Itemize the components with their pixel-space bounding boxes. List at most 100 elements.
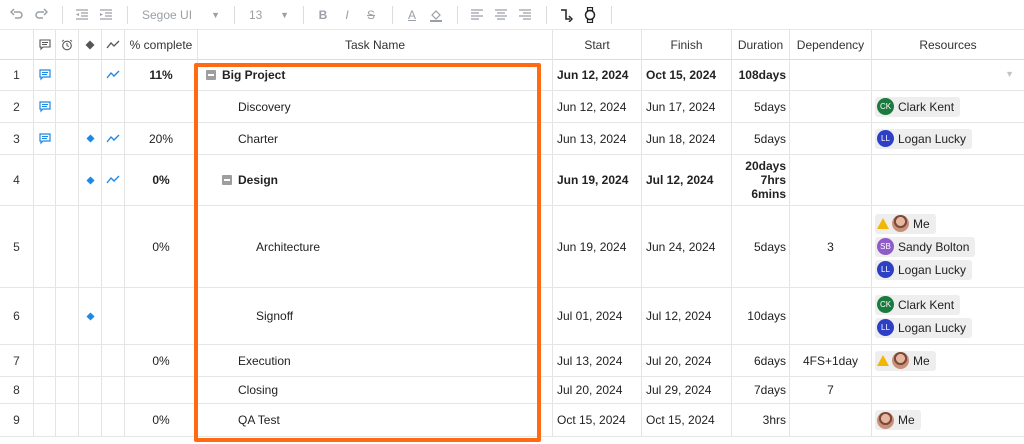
reminder-cell[interactable] (56, 206, 79, 287)
resources-cell[interactable]: Me SB Sandy Bolton LL Logan Lucky (872, 206, 1024, 287)
column-header-percent-complete[interactable]: % complete (125, 30, 198, 60)
task-name-cell[interactable]: Signoff (198, 288, 553, 344)
task-name-cell[interactable]: Charter (198, 123, 553, 154)
milestone-cell[interactable] (79, 60, 102, 90)
reminder-cell[interactable] (56, 404, 79, 436)
resources-cell[interactable] (872, 377, 1024, 403)
finish-date-cell[interactable]: Jun 17, 2024 (642, 91, 732, 122)
resource-chip[interactable]: Me (875, 350, 936, 371)
milestone-cell[interactable] (79, 123, 102, 154)
resource-chip[interactable]: LL Logan Lucky (875, 259, 973, 280)
reminder-cell[interactable] (56, 123, 79, 154)
reminder-cell[interactable] (56, 288, 79, 344)
finish-date-cell[interactable]: Jun 24, 2024 (642, 206, 732, 287)
resources-cell[interactable]: ▼ (872, 60, 1024, 90)
milestone-cell[interactable] (79, 377, 102, 403)
finish-date-cell[interactable]: Jul 12, 2024 (642, 288, 732, 344)
italic-button[interactable]: I (336, 4, 358, 26)
column-header-finish[interactable]: Finish (642, 30, 732, 60)
column-header-duration[interactable]: Duration (732, 30, 790, 60)
resource-chip[interactable]: CK Clark Kent (875, 294, 961, 315)
resources-cell[interactable] (872, 155, 1024, 205)
resources-cell[interactable]: LL Logan Lucky (872, 123, 1024, 154)
indent-icon[interactable] (95, 4, 117, 26)
dependency-cell[interactable]: 4FS+1day (790, 345, 872, 376)
resource-chip[interactable]: SB Sandy Bolton (875, 236, 976, 257)
start-date-cell[interactable]: Jun 13, 2024 (553, 123, 642, 154)
duration-cell[interactable]: 5days (732, 91, 790, 122)
finish-date-cell[interactable]: Jul 29, 2024 (642, 377, 732, 403)
task-name-cell[interactable]: Architecture (198, 206, 553, 287)
task-name-cell[interactable]: QA Test (198, 404, 553, 436)
comment-cell[interactable] (34, 60, 56, 90)
reminder-cell[interactable] (56, 155, 79, 205)
task-name-cell[interactable]: Closing (198, 377, 553, 403)
resource-chip[interactable]: LL Logan Lucky (875, 128, 973, 149)
percent-complete-cell[interactable]: 20% (125, 123, 198, 154)
duration-cell[interactable]: 108days (732, 60, 790, 90)
percent-complete-cell[interactable]: 0% (125, 404, 198, 436)
collapse-icon[interactable] (206, 70, 216, 80)
collapse-icon[interactable] (222, 175, 232, 185)
percent-complete-cell[interactable] (125, 91, 198, 122)
milestone-cell[interactable] (79, 91, 102, 122)
start-date-cell[interactable]: Jun 19, 2024 (553, 206, 642, 287)
undo-icon[interactable] (6, 4, 28, 26)
dependency-cell[interactable] (790, 155, 872, 205)
fill-color-button[interactable] (425, 4, 447, 26)
align-right-button[interactable] (514, 4, 536, 26)
start-date-cell[interactable]: Jun 12, 2024 (553, 60, 642, 90)
resources-cell[interactable]: CK Clark Kent (872, 91, 1024, 122)
resources-cell[interactable]: Me (872, 404, 1024, 436)
bold-button[interactable]: B (312, 4, 334, 26)
column-header-task-name[interactable]: Task Name (198, 30, 553, 60)
trend-cell[interactable] (102, 91, 125, 122)
milestone-cell[interactable] (79, 404, 102, 436)
resource-chip[interactable]: Me (875, 213, 936, 234)
trend-cell[interactable] (102, 377, 125, 403)
resources-cell[interactable]: CK Clark Kent LL Logan Lucky (872, 288, 1024, 344)
percent-complete-cell[interactable]: 11% (125, 60, 198, 90)
column-header-resources[interactable]: Resources (872, 30, 1024, 60)
milestone-cell[interactable] (79, 206, 102, 287)
comment-cell[interactable] (34, 288, 56, 344)
start-date-cell[interactable]: Jun 19, 2024 (553, 155, 642, 205)
chevron-down-icon[interactable]: ▼ (1005, 69, 1014, 79)
start-date-cell[interactable]: Jul 01, 2024 (553, 288, 642, 344)
dependency-cell[interactable]: 7 (790, 377, 872, 403)
start-date-cell[interactable]: Jul 13, 2024 (553, 345, 642, 376)
resources-cell[interactable]: Me (872, 345, 1024, 376)
finish-date-cell[interactable]: Oct 15, 2024 (642, 404, 732, 436)
reminder-cell[interactable] (56, 377, 79, 403)
task-name-cell[interactable]: Execution (198, 345, 553, 376)
column-header-dependency[interactable]: Dependency (790, 30, 872, 60)
dependency-arrow-button[interactable] (555, 4, 577, 26)
align-left-button[interactable] (466, 4, 488, 26)
duration-cell[interactable]: 20days 7hrs 6mins (732, 155, 790, 205)
resource-chip[interactable]: Me (875, 410, 921, 430)
duration-cell[interactable]: 5days (732, 206, 790, 287)
text-color-button[interactable]: A (401, 4, 423, 26)
strikethrough-button[interactable]: S (360, 4, 382, 26)
dependency-cell[interactable] (790, 60, 872, 90)
resource-chip[interactable]: LL Logan Lucky (875, 317, 973, 338)
task-name-cell[interactable]: Big Project (198, 60, 553, 90)
font-size-select[interactable]: 13 ▼ (243, 4, 295, 26)
comment-cell[interactable] (34, 91, 56, 122)
percent-complete-cell[interactable]: 0% (125, 206, 198, 287)
dependency-cell[interactable] (790, 288, 872, 344)
dependency-cell[interactable] (790, 123, 872, 154)
duration-cell[interactable]: 7days (732, 377, 790, 403)
duration-cell[interactable]: 5days (732, 123, 790, 154)
reminder-cell[interactable] (56, 345, 79, 376)
trend-cell[interactable] (102, 155, 125, 205)
duration-cell[interactable]: 6days (732, 345, 790, 376)
finish-date-cell[interactable]: Jul 20, 2024 (642, 345, 732, 376)
comment-cell[interactable] (34, 404, 56, 436)
comment-cell[interactable] (34, 155, 56, 205)
redo-icon[interactable] (30, 4, 52, 26)
finish-date-cell[interactable]: Jun 18, 2024 (642, 123, 732, 154)
align-center-button[interactable] (490, 4, 512, 26)
dependency-cell[interactable] (790, 91, 872, 122)
milestone-cell[interactable] (79, 155, 102, 205)
